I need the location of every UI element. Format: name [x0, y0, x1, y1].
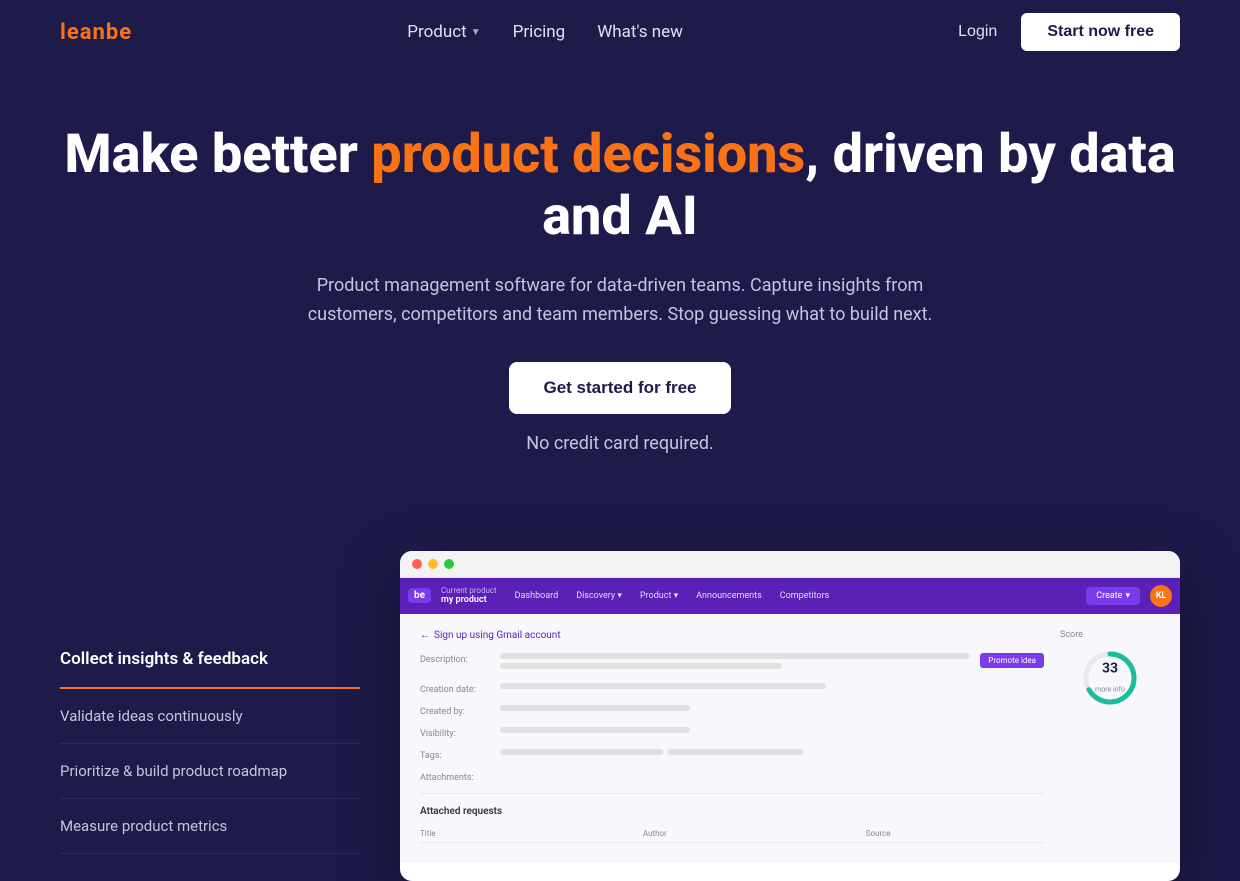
browser-dot-close: [412, 559, 422, 569]
form-description-value: [500, 653, 970, 673]
promote-idea-button[interactable]: Promote idea: [980, 653, 1044, 668]
form-bar: [500, 705, 690, 711]
hero-headline: Make better product decisions, driven by…: [20, 124, 1220, 248]
form-creation-label: Creation date:: [420, 683, 490, 695]
app-product-selector: Current product my product: [441, 587, 497, 605]
col-title: Title: [420, 829, 643, 838]
score-circle-container: 33 more info: [1060, 648, 1160, 708]
app-nav-announcements[interactable]: Announcements: [688, 587, 770, 605]
col-source: Source: [866, 829, 1044, 838]
browser-topbar: [400, 551, 1180, 578]
features-sidebar: Collect insights & feedback Validate ide…: [60, 551, 360, 881]
hero-section: Make better product decisions, driven by…: [0, 64, 1240, 531]
nav-pricing-label: Pricing: [513, 22, 566, 42]
app-score-panel: Score 33 more info: [1060, 630, 1160, 847]
headline-highlight: product decisions: [371, 123, 805, 186]
app-back-label: Sign up using Gmail account: [434, 630, 561, 641]
app-product-name: my product: [441, 595, 497, 605]
logo: leanbe: [60, 20, 132, 45]
form-created-by-value: [500, 705, 1044, 715]
get-started-button[interactable]: Get started for free: [509, 362, 730, 414]
browser-dot-minimize: [428, 559, 438, 569]
no-credit-text: No credit card required.: [280, 430, 960, 459]
score-number: 33: [1095, 660, 1125, 676]
form-visibility-row: Visibility:: [420, 727, 1044, 739]
back-arrow-icon: ←: [420, 630, 430, 641]
navbar: leanbe Product ▼ Pricing What's new Logi…: [0, 0, 1240, 64]
attached-requests-section: Attached requests Title Author Source: [420, 793, 1044, 843]
nav-links: Product ▼ Pricing What's new: [407, 22, 683, 42]
feature-measure-label: Measure product metrics: [60, 817, 227, 835]
feature-prioritize-label: Prioritize & build product roadmap: [60, 762, 287, 780]
app-create-button[interactable]: Create ▾: [1086, 587, 1140, 605]
app-nav-discovery[interactable]: Discovery ▾: [568, 587, 630, 605]
app-navbar: be Current product my product Dashboard …: [400, 578, 1180, 614]
form-creation-row: Creation date:: [420, 683, 1044, 695]
app-product-label: Current product: [441, 587, 497, 595]
requests-title: Attached requests: [420, 806, 1044, 817]
chevron-down-icon: ▾: [1125, 591, 1130, 601]
requests-header: Title Author Source: [420, 825, 1044, 843]
start-now-button[interactable]: Start now free: [1021, 13, 1180, 51]
logo-part2: be: [106, 20, 132, 45]
nav-pricing[interactable]: Pricing: [513, 22, 566, 42]
feature-prioritize[interactable]: Prioritize & build product roadmap: [60, 744, 360, 799]
form-tags-row: Tags:: [420, 749, 1044, 761]
nav-product[interactable]: Product ▼: [407, 22, 480, 42]
col-author: Author: [643, 829, 866, 838]
app-nav-product[interactable]: Product ▾: [632, 587, 686, 605]
app-nav-competitors[interactable]: Competitors: [772, 587, 838, 605]
form-visibility-value: [500, 727, 1044, 737]
browser-dot-fullscreen: [444, 559, 454, 569]
score-circle: 33 more info: [1080, 648, 1140, 708]
feature-collect-label: Collect insights & feedback: [60, 649, 268, 669]
form-created-by-label: Created by:: [420, 705, 490, 717]
app-user-avatar: KL: [1150, 585, 1172, 607]
feature-measure[interactable]: Measure product metrics: [60, 799, 360, 854]
app-nav-dashboard[interactable]: Dashboard: [507, 587, 567, 605]
form-tags-label: Tags:: [420, 749, 490, 761]
feature-collect[interactable]: Collect insights & feedback: [60, 631, 360, 689]
form-attachments-label: Attachments:: [420, 771, 490, 783]
login-button[interactable]: Login: [958, 23, 997, 41]
nav-whats-new[interactable]: What's new: [597, 22, 683, 42]
form-bar: [500, 663, 782, 669]
lower-section: Collect insights & feedback Validate ide…: [0, 551, 1240, 881]
app-logo: be: [408, 588, 431, 603]
app-content: ← Sign up using Gmail account Descriptio…: [400, 614, 1180, 863]
form-description-row: Description: Promote idea: [420, 653, 1044, 673]
form-attachments-row: Attachments:: [420, 771, 1044, 783]
feature-validate[interactable]: Validate ideas continuously: [60, 689, 360, 744]
form-creation-value: [500, 683, 1044, 693]
nav-whats-new-label: What's new: [597, 22, 683, 42]
form-bar: [500, 749, 663, 755]
browser-mockup: be Current product my product Dashboard …: [400, 551, 1180, 881]
headline-part1: Make better: [64, 123, 371, 186]
score-text: 33 more info: [1095, 660, 1125, 695]
form-bar: [500, 683, 826, 689]
form-created-by-row: Created by:: [420, 705, 1044, 717]
app-main-panel: ← Sign up using Gmail account Descriptio…: [420, 630, 1044, 847]
form-bar: [500, 727, 690, 733]
feature-validate-label: Validate ideas continuously: [60, 707, 243, 725]
form-description-label: Description:: [420, 653, 490, 665]
hero-subtext: Product management software for data-dri…: [280, 272, 960, 330]
app-back-link[interactable]: ← Sign up using Gmail account: [420, 630, 1044, 641]
form-visibility-label: Visibility:: [420, 727, 490, 739]
score-label: Score: [1060, 630, 1160, 640]
chevron-down-icon: ▼: [471, 27, 481, 38]
logo-part1: lean: [60, 20, 106, 45]
nav-product-label: Product: [407, 22, 466, 42]
form-bar: [500, 653, 970, 659]
score-more-info: more info: [1095, 685, 1125, 693]
form-bar: [667, 749, 803, 755]
app-create-label: Create: [1096, 591, 1122, 601]
nav-actions: Login Start now free: [958, 13, 1180, 51]
form-tags-value: [500, 749, 1044, 759]
